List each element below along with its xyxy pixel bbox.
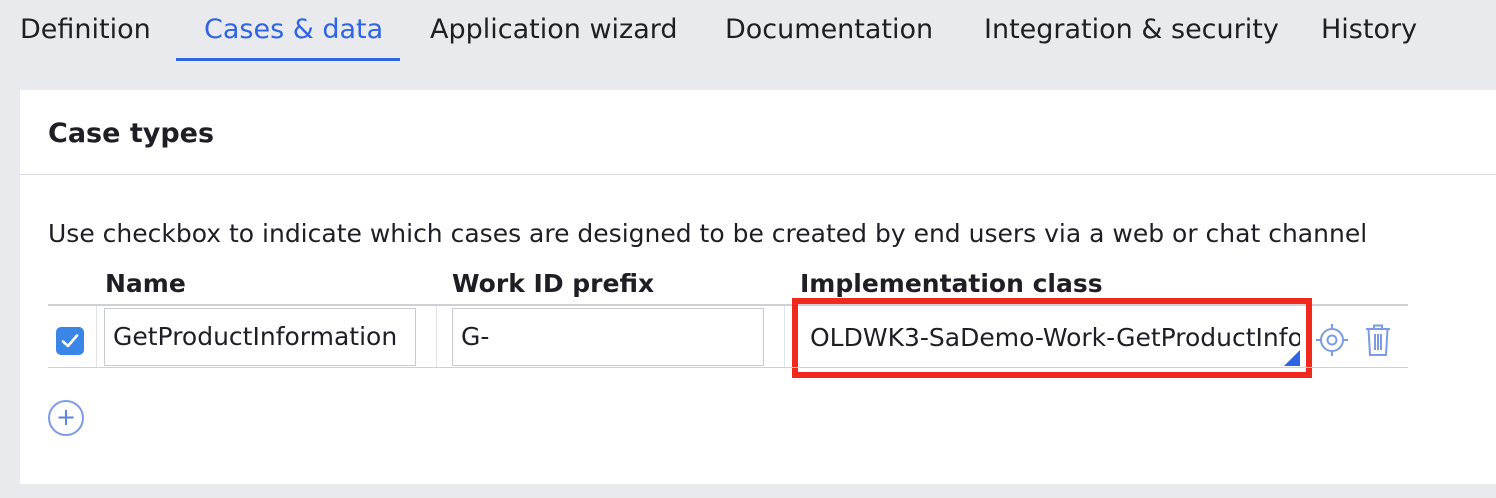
implementation-class-highlight: OLDWK3-SaDemo-Work-GetProductInformation: [792, 298, 1312, 378]
autocomplete-corner-indicator: [1284, 350, 1300, 366]
tab-integration-security[interactable]: Integration & security: [984, 12, 1279, 52]
column-separator: [436, 306, 437, 367]
column-header-name: Name: [105, 269, 186, 298]
target-icon: [1316, 324, 1348, 356]
tab-definition[interactable]: Definition: [20, 12, 151, 52]
case-type-checkbox[interactable]: [56, 327, 84, 355]
panel-title: Case types: [48, 118, 215, 149]
panel-divider: [20, 174, 1496, 175]
active-tab-indicator: [176, 58, 400, 61]
tab-application-wizard[interactable]: Application wizard: [430, 12, 678, 52]
case-type-name-input[interactable]: GetProductInformation: [104, 308, 416, 366]
work-id-prefix-input[interactable]: G-: [452, 308, 764, 366]
implementation-class-value: OLDWK3-SaDemo-Work-GetProductInformation: [810, 323, 1300, 352]
column-header-implementation-class: Implementation class: [800, 269, 1103, 298]
add-case-type-button[interactable]: +: [48, 400, 84, 436]
instruction-text: Use checkbox to indicate which cases are…: [48, 219, 1368, 248]
check-icon: [61, 334, 79, 348]
trash-icon: [1366, 324, 1390, 356]
column-header-work-id-prefix: Work ID prefix: [452, 269, 655, 298]
column-separator: [784, 306, 785, 367]
open-class-button[interactable]: [1314, 322, 1350, 358]
delete-row-button[interactable]: [1360, 322, 1396, 358]
table-row-divider: [48, 367, 1408, 368]
tab-cases-and-data[interactable]: Cases & data: [204, 12, 383, 52]
column-separator: [96, 306, 97, 367]
tab-history[interactable]: History: [1321, 12, 1417, 52]
tab-documentation[interactable]: Documentation: [725, 12, 933, 52]
tab-bar: Definition Cases & data Application wiza…: [0, 0, 1496, 64]
case-types-panel: Case types Use checkbox to indicate whic…: [20, 90, 1496, 484]
plus-circle-icon: +: [55, 403, 77, 431]
implementation-class-input[interactable]: OLDWK3-SaDemo-Work-GetProductInformation: [804, 310, 1300, 366]
